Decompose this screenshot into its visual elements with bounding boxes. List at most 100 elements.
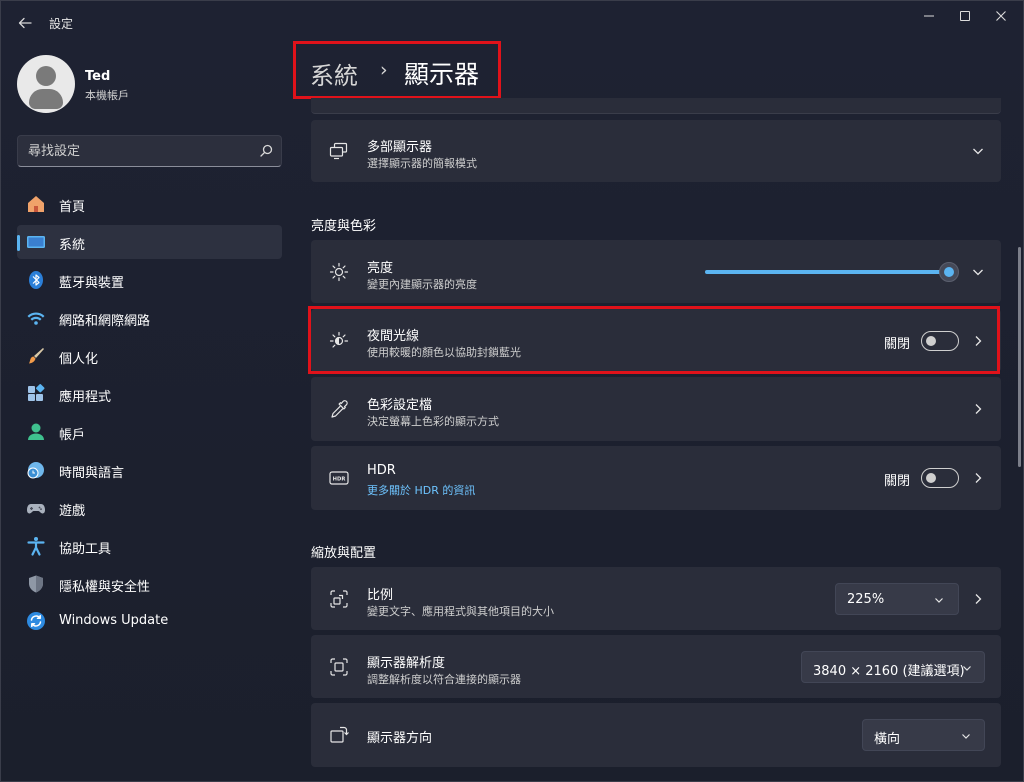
display-resolution-card[interactable]: 顯示器解析度 調整解析度以符合連接的顯示器 3840 × 2160 (建議選項) — [311, 635, 1001, 698]
sidebar-item-gaming[interactable]: 遊戲 — [17, 491, 282, 525]
night-light-toggle[interactable] — [921, 331, 959, 351]
search-icon[interactable] — [258, 143, 274, 159]
sidebar-item-personalization[interactable]: 個人化 — [17, 339, 282, 373]
section-scale-layout: 縮放與配置 — [311, 546, 377, 561]
title-bar: 設定 — [1, 1, 1023, 45]
search-box[interactable] — [17, 135, 282, 167]
scale-dropdown-value: 225% — [847, 592, 885, 607]
wifi-icon — [27, 312, 45, 325]
orientation-dropdown-value: 橫向 — [874, 732, 901, 747]
scale-dropdown[interactable]: 225% — [835, 583, 959, 615]
app-title: 設定 — [49, 17, 74, 31]
user-name: Ted — [85, 69, 111, 84]
hdr-info-link[interactable]: 更多關於 HDR 的資訊 — [367, 482, 475, 498]
sidebar-item-label: 時間與語言 — [59, 466, 125, 481]
accessibility-icon — [27, 537, 45, 556]
display-resolution-subtitle: 調整解析度以符合連接的顯示器 — [367, 673, 521, 686]
sidebar-item-accessibility[interactable]: 協助工具 — [17, 529, 282, 563]
gamepad-icon — [27, 504, 45, 514]
sidebar-item-apps[interactable]: 應用程式 — [17, 377, 282, 411]
sidebar-item-label: 網路和網際網路 — [59, 314, 151, 329]
brightness-subtitle: 變更內建顯示器的亮度 — [367, 278, 477, 291]
breadcrumb: 系統 › 顯示器 — [293, 41, 501, 99]
display-orientation-card[interactable]: 顯示器方向 橫向 — [311, 703, 1001, 767]
selection-indicator — [17, 235, 20, 251]
close-icon — [996, 11, 1006, 21]
chevron-right-icon[interactable] — [971, 402, 985, 416]
sidebar-item-bluetooth[interactable]: 藍牙與裝置 — [17, 263, 282, 297]
breadcrumb-parent[interactable]: 系統 — [310, 56, 358, 91]
sidebar-item-home[interactable]: 首頁 — [17, 187, 282, 221]
previous-card-edge — [311, 98, 1001, 114]
multiple-displays-title: 多部顯示器 — [367, 140, 433, 155]
search-input[interactable] — [28, 142, 248, 160]
bluetooth-icon — [29, 271, 43, 289]
avatar-head-shape — [36, 66, 56, 86]
sidebar-item-time-language[interactable]: 時間與語言 — [17, 453, 282, 487]
brightness-sun-icon — [329, 262, 349, 282]
night-light-title: 夜間光線 — [367, 329, 420, 344]
resolution-dropdown-value: 3840 × 2160 (建議選項) — [813, 664, 965, 679]
brightness-card[interactable]: 亮度 變更內建顯示器的亮度 — [311, 240, 1001, 303]
back-arrow-icon — [18, 17, 32, 29]
scale-card[interactable]: 比例 變更文字、應用程式與其他項目的大小 225% — [311, 567, 1001, 630]
windows-update-icon — [27, 612, 45, 630]
resolution-dropdown[interactable]: 3840 × 2160 (建議選項) — [801, 651, 985, 683]
chevron-down-icon — [962, 734, 970, 739]
scrollbar[interactable] — [1018, 247, 1021, 467]
brightness-slider-track[interactable] — [705, 270, 953, 274]
hdr-card[interactable]: HDR HDR 更多關於 HDR 的資訊 關閉 — [311, 446, 1001, 510]
multiple-displays-card[interactable]: 多部顯示器 選擇顯示器的簡報模式 — [311, 120, 1001, 182]
sidebar-item-privacy[interactable]: 隱私權與安全性 — [17, 567, 282, 601]
multiple-displays-subtitle: 選擇顯示器的簡報模式 — [367, 157, 477, 170]
section-brightness-color: 亮度與色彩 — [311, 219, 377, 234]
sidebar-item-label: 系統 — [59, 238, 86, 253]
sidebar-item-label: 遊戲 — [59, 504, 86, 519]
orientation-dropdown[interactable]: 橫向 — [862, 719, 985, 751]
sidebar-item-label: 隱私權與安全性 — [59, 580, 151, 595]
display-orientation-title: 顯示器方向 — [367, 731, 433, 746]
sidebar-item-accounts[interactable]: 帳戶 — [17, 415, 282, 449]
paintbrush-icon — [29, 348, 44, 364]
maximize-button[interactable] — [947, 5, 983, 27]
minimize-button[interactable] — [911, 5, 947, 27]
night-light-icon — [329, 331, 349, 348]
chevron-right-icon[interactable] — [971, 592, 985, 606]
chevron-down-icon — [935, 598, 943, 603]
sidebar-item-windows-update[interactable]: Windows Update — [17, 604, 282, 638]
chevron-right-icon[interactable] — [971, 334, 985, 348]
sidebar-item-label: 首頁 — [59, 200, 86, 215]
avatar[interactable] — [17, 55, 75, 113]
chevron-down-icon[interactable] — [971, 265, 985, 279]
settings-window: 設定 Ted 本機帳戶 首頁 系統 — [0, 0, 1024, 782]
night-light-state-label: 關閉 — [884, 337, 911, 352]
close-button[interactable] — [983, 5, 1019, 27]
back-button[interactable] — [15, 13, 35, 33]
sidebar-item-label: 個人化 — [59, 352, 99, 367]
display-resolution-title: 顯示器解析度 — [367, 656, 446, 671]
sidebar-item-label: 藍牙與裝置 — [59, 276, 125, 291]
hdr-icon: HDR — [329, 471, 349, 485]
time-language-icon — [27, 462, 44, 479]
night-light-card[interactable]: 夜間光線 使用較暖的顏色以協助封鎖藍光 關閉 — [311, 309, 1001, 372]
apps-icon — [28, 384, 45, 401]
color-profile-card[interactable]: 色彩設定檔 決定螢幕上色彩的顯示方式 — [311, 377, 1001, 441]
hdr-toggle[interactable] — [921, 468, 959, 488]
orientation-icon — [330, 726, 349, 743]
account-type: 本機帳戶 — [85, 89, 129, 102]
shield-icon — [29, 575, 43, 593]
avatar-body-shape — [29, 89, 63, 109]
hdr-state-label: 關閉 — [884, 474, 911, 489]
sidebar-item-label: 協助工具 — [59, 542, 112, 557]
breadcrumb-separator: › — [380, 59, 388, 81]
night-light-subtitle: 使用較暖的顏色以協助封鎖藍光 — [367, 346, 521, 359]
chevron-right-icon[interactable] — [971, 471, 985, 485]
sidebar-item-label: 帳戶 — [59, 428, 86, 443]
brightness-slider-thumb[interactable] — [939, 262, 959, 282]
sidebar-item-network[interactable]: 網路和網際網路 — [17, 301, 282, 335]
page-title: 顯示器 — [404, 60, 480, 89]
chevron-down-icon — [963, 666, 971, 671]
sidebar-item-system[interactable]: 系統 — [17, 225, 282, 259]
chevron-down-icon[interactable] — [971, 144, 985, 158]
color-profile-subtitle: 決定螢幕上色彩的顯示方式 — [367, 415, 499, 428]
